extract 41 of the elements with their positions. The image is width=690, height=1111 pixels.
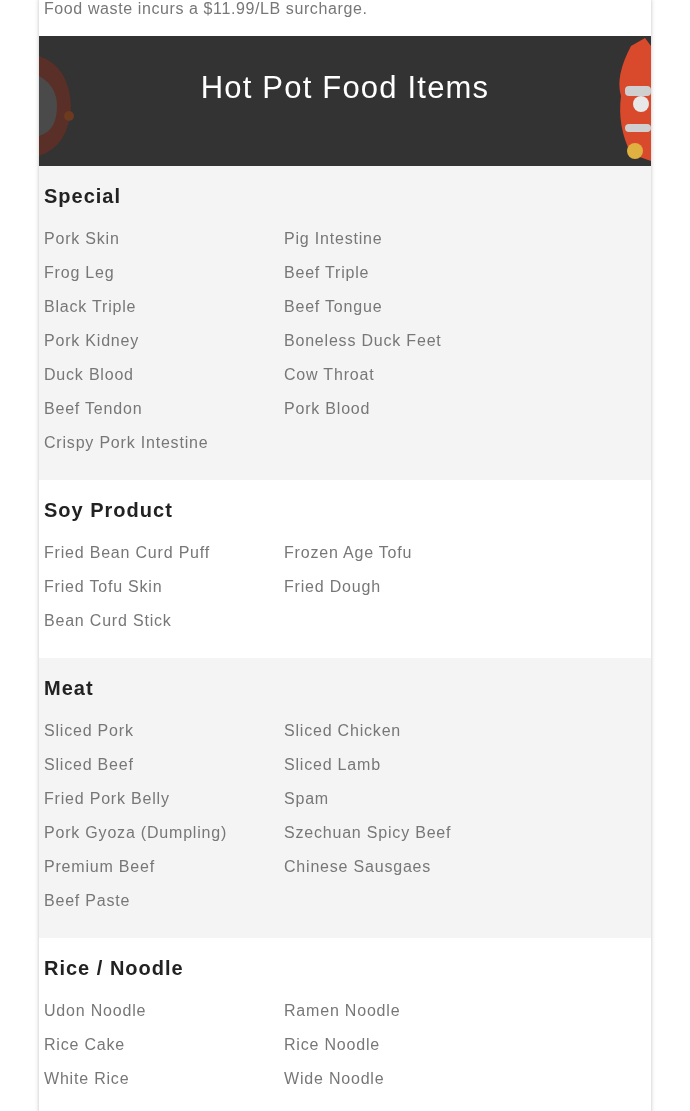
food-item: Pork Blood (284, 399, 372, 419)
food-item: Boneless Duck Feet (284, 331, 443, 351)
section-title: Special (44, 184, 123, 208)
food-item: Duck Blood (44, 365, 135, 385)
food-item: Sliced Pork (44, 721, 135, 741)
food-item: Pork Gyoza (Dumpling) (44, 823, 229, 843)
food-item: Crispy Pork Intestine (44, 433, 210, 453)
surcharge-notice: Food waste incurs a $11.99/LB surcharge. (43, 0, 369, 19)
food-item: Udon Noodle (44, 1001, 148, 1021)
food-item: Black Triple (44, 297, 138, 317)
section-title: Meat (44, 676, 95, 700)
section-title: Rice / Noodle (44, 956, 185, 980)
food-item: Fried Dough (284, 577, 382, 597)
food-item: Beef Tongue (284, 297, 384, 317)
food-item: Rice Cake (44, 1035, 126, 1055)
food-item: Fried Tofu Skin (44, 577, 164, 597)
section-title: Soy Product (44, 498, 174, 522)
food-item: Fried Pork Belly (44, 789, 171, 809)
food-item: Ramen Noodle (284, 1001, 402, 1021)
food-item: Beef Triple (284, 263, 371, 283)
food-item: Bean Curd Stick (44, 611, 173, 631)
food-item: Szechuan Spicy Beef (284, 823, 453, 843)
food-item: Cow Throat (284, 365, 376, 385)
food-item: White Rice (44, 1069, 131, 1089)
food-item: Pig Intestine (284, 229, 384, 249)
food-item: Pork Kidney (44, 331, 141, 351)
food-item: Pork Skin (44, 229, 121, 249)
food-item: Sliced Lamb (284, 755, 382, 775)
food-item: Frozen Age Tofu (284, 543, 414, 563)
food-item: Rice Noodle (284, 1035, 381, 1055)
food-item: Chinese Sausgaes (284, 857, 433, 877)
banner-title: Hot Pot Food Items (200, 70, 490, 107)
food-item: Fried Bean Curd Puff (44, 543, 211, 563)
food-item: Frog Leg (44, 263, 116, 283)
food-item: Beef Tendon (44, 399, 144, 419)
food-item: Spam (284, 789, 330, 809)
food-item: Sliced Beef (44, 755, 135, 775)
food-item: Beef Paste (44, 891, 132, 911)
food-item: Premium Beef (44, 857, 156, 877)
food-item: Sliced Chicken (284, 721, 403, 741)
food-item: Wide Noodle (284, 1069, 386, 1089)
